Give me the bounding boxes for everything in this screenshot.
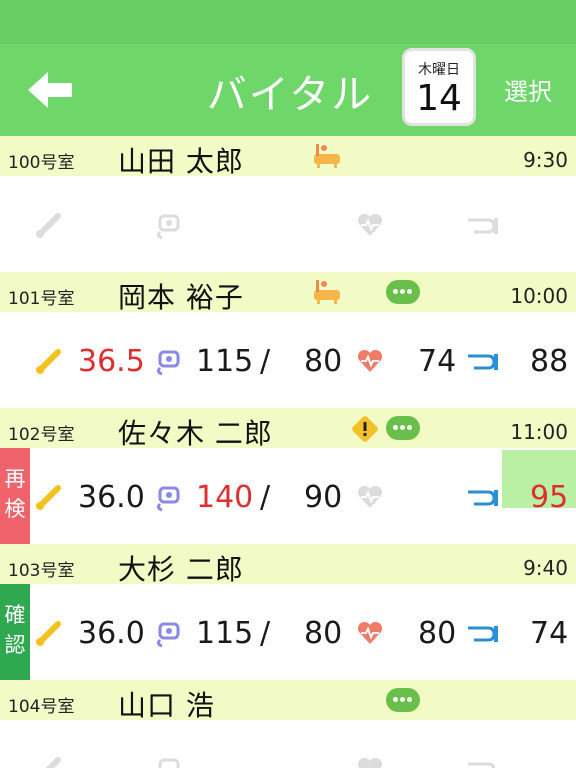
heart-rate-icon [357, 485, 383, 508]
room-number: 100号室 [8, 153, 75, 173]
vitals-row[interactable] [0, 720, 576, 768]
app-header: バイタル 木曜日 14 選択 [0, 0, 576, 136]
room-number: 101号室 [8, 289, 75, 309]
bp-systolic-value: 115 [196, 344, 254, 379]
bp-separator: / [260, 616, 271, 651]
pulse-value: 80 [418, 616, 457, 651]
heart-rate-icon [357, 621, 383, 644]
check-time: 11:00 [510, 420, 568, 444]
chat-icon[interactable] [386, 416, 420, 440]
bp-separator: / [260, 480, 271, 515]
room-number: 103号室 [8, 561, 75, 581]
blood-pressure-icon [156, 350, 180, 376]
confirm-tag: 確認 [0, 584, 30, 680]
blood-pressure-icon [156, 622, 180, 648]
pulse-value: 74 [418, 344, 457, 379]
temperature-value: 36.0 [78, 616, 145, 651]
room-card[interactable]: 103号室 大杉 二郎 9:40 確認 36.0 115 / 80 80 74 [0, 544, 576, 680]
select-button[interactable]: 選択 [504, 72, 552, 107]
check-time: 10:00 [510, 284, 568, 308]
date-day-of-week: 木曜日 [418, 62, 460, 78]
thermometer-icon [36, 485, 61, 510]
resident-name: 山田 太郎 [118, 145, 244, 178]
spo2-icon [468, 354, 498, 370]
blood-pressure-icon [156, 214, 180, 240]
room-header: 102号室 佐々木 二郎 11:00 [0, 408, 576, 450]
bp-diastolic-value: 90 [304, 480, 343, 515]
bath-icon [314, 144, 340, 168]
bp-systolic-value: 140 [196, 480, 254, 515]
room-card[interactable]: 104号室 山口 浩 [0, 680, 576, 768]
spo2-value: 95 [530, 480, 569, 515]
check-time: 9:30 [523, 148, 568, 172]
room-number: 104号室 [8, 697, 75, 717]
thermometer-icon [36, 349, 61, 374]
status-bar-area [0, 0, 576, 44]
recheck-tag: 再検 [0, 448, 30, 544]
check-time: 9:40 [523, 556, 568, 580]
spo2-icon [468, 762, 496, 768]
bath-icon [314, 280, 340, 304]
thermometer-icon [36, 213, 61, 238]
chat-icon[interactable] [386, 688, 420, 712]
back-arrow-icon [28, 72, 72, 108]
warning-icon [352, 416, 378, 442]
room-header: 104号室 山口 浩 [0, 680, 576, 722]
chat-icon[interactable] [386, 280, 420, 304]
room-header: 103号室 大杉 二郎 9:40 [0, 544, 576, 586]
resident-name: 山口 浩 [118, 689, 215, 722]
heart-rate-icon [357, 213, 383, 236]
bp-systolic-value: 115 [196, 616, 254, 651]
temperature-value: 36.0 [78, 480, 145, 515]
temperature-value: 36.5 [78, 344, 145, 379]
back-button[interactable] [26, 70, 76, 110]
date-day: 14 [416, 78, 462, 119]
spo2-icon [468, 218, 498, 234]
blood-pressure-icon [156, 486, 180, 512]
room-header: 100号室 山田 太郎 9:30 [0, 136, 576, 178]
vitals-row[interactable]: 36.5 115 / 80 74 88 [0, 312, 576, 408]
spo2-value: 88 [530, 344, 569, 379]
vitals-row[interactable]: 再検 36.0 140 / 90 95 [0, 448, 576, 544]
page-title: バイタル [206, 72, 374, 118]
vitals-row[interactable]: 確認 36.0 115 / 80 80 74 [0, 584, 576, 680]
blood-pressure-icon [158, 758, 180, 768]
vitals-row[interactable] [0, 176, 576, 272]
room-header: 101号室 岡本 裕子 10:00 [0, 272, 576, 314]
room-card[interactable]: 102号室 佐々木 二郎 11:00 再検 36.0 140 / 90 95 [0, 408, 576, 544]
spo2-icon [468, 626, 498, 642]
bp-separator: / [260, 344, 271, 379]
resident-name: 岡本 裕子 [118, 281, 244, 314]
thermometer-icon [36, 621, 61, 646]
heart-rate-icon [357, 757, 383, 768]
heart-rate-icon [357, 349, 383, 372]
spo2-value: 74 [530, 616, 569, 651]
date-picker-button[interactable]: 木曜日 14 [402, 48, 476, 126]
room-card[interactable]: 101号室 岡本 裕子 10:00 36.5 115 / 80 74 88 [0, 272, 576, 408]
resident-name: 大杉 二郎 [118, 553, 244, 586]
room-number: 102号室 [8, 425, 75, 445]
thermometer-icon [45, 757, 61, 768]
room-card[interactable]: 100号室 山田 太郎 9:30 [0, 136, 576, 272]
bp-diastolic-value: 80 [304, 616, 343, 651]
resident-name: 佐々木 二郎 [118, 417, 273, 450]
spo2-icon [468, 490, 498, 506]
bp-diastolic-value: 80 [304, 344, 343, 379]
